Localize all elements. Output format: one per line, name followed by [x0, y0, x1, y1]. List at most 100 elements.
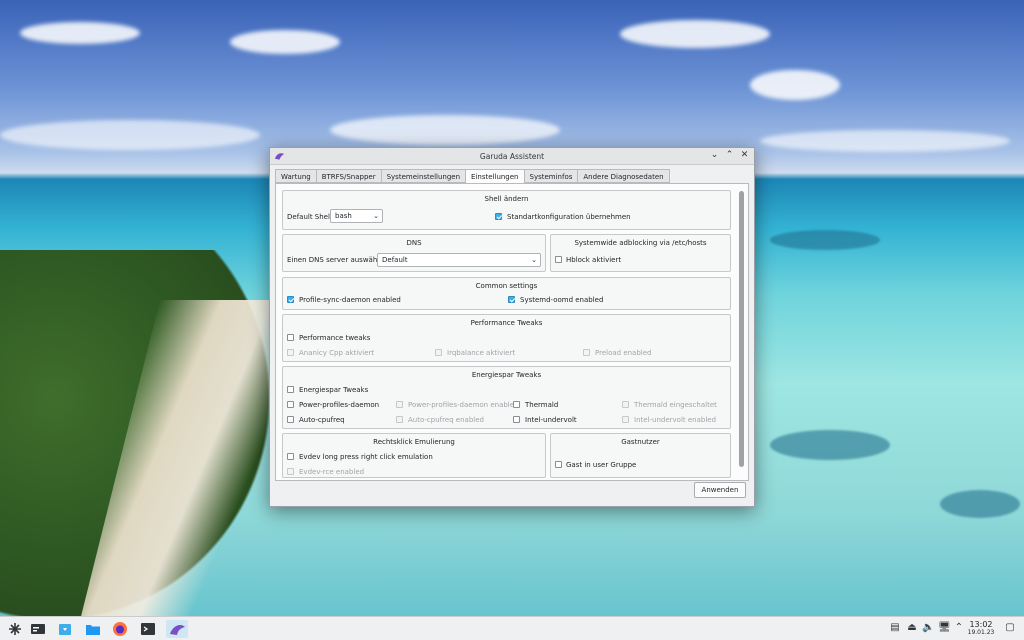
- default-shell-combo[interactable]: bash ⌄: [330, 209, 383, 223]
- reef: [770, 230, 880, 250]
- application-launcher[interactable]: [6, 620, 24, 638]
- evdev-label: Evdev long press right click emulation: [299, 453, 433, 461]
- guest-checkbox[interactable]: [555, 461, 562, 468]
- thermald-label: Thermald: [525, 401, 559, 409]
- clock-time: 13:02: [969, 620, 993, 629]
- ppd-label: Power-profiles-daemon: [299, 401, 380, 409]
- thermald-on-checkbox[interactable]: [622, 401, 629, 408]
- performance-tweaks-label: Performance tweaks: [299, 334, 371, 342]
- evdev-checkbox[interactable]: [287, 453, 294, 460]
- maximize-icon[interactable]: ⌃: [724, 150, 735, 161]
- terminal-icon: [141, 623, 155, 635]
- minimize-icon[interactable]: ⌄: [709, 150, 720, 161]
- thermald-on-label: Thermald eingeschaltet: [634, 401, 717, 409]
- group-title: Common settings: [475, 282, 538, 290]
- group-title: Energiespar Tweaks: [471, 371, 542, 379]
- taskbar: ▤ ⏏ 🔈 🖥 ⌃ 13:02 19.01.23 ▢: [0, 616, 1024, 640]
- irqbalance-checkbox[interactable]: [435, 349, 442, 356]
- vertical-scrollbar[interactable]: [739, 191, 744, 467]
- group-title: Rechtsklick Emulierung: [373, 438, 455, 446]
- preload-label: Preload enabled: [595, 349, 652, 357]
- clock-date: 19.01.23: [967, 629, 995, 636]
- tab-systemeinstellungen[interactable]: Systemeinstellungen: [380, 169, 466, 183]
- group-title: Shell ändern: [484, 195, 529, 203]
- default-shell-value: bash: [335, 212, 352, 220]
- reef: [770, 430, 890, 460]
- oomd-label: Systemd-oomd enabled: [520, 296, 604, 304]
- taskbar-item-firefox[interactable]: [111, 620, 129, 638]
- autocpu-label: Auto-cpufreq: [299, 416, 345, 424]
- tab-einstellungen[interactable]: Einstellungen: [465, 169, 524, 184]
- cloud: [230, 30, 340, 54]
- clipboard-icon[interactable]: ▤: [889, 622, 901, 634]
- taskbar-item-system-settings[interactable]: [29, 620, 47, 638]
- group-title: Systemwide adblocking via /etc/hosts: [574, 239, 707, 247]
- close-icon[interactable]: ✕: [739, 150, 750, 161]
- firefox-icon: [113, 622, 127, 636]
- volume-icon[interactable]: 🔈: [922, 622, 934, 634]
- group-title: Gastnutzer: [621, 438, 660, 446]
- default-shell-label: Default Shell:: [287, 213, 335, 221]
- garuda-app-icon: [274, 153, 285, 160]
- cloud: [750, 70, 840, 100]
- network-icon[interactable]: 🖥: [938, 622, 951, 634]
- autocpu-enabled-label: Auto-cpufreq enabled: [408, 416, 484, 424]
- tab-andere-diagnosedaten[interactable]: Andere Diagnosedaten: [577, 169, 670, 183]
- group-title: DNS: [406, 239, 422, 247]
- performance-tweaks-checkbox[interactable]: [287, 334, 294, 341]
- psd-checkbox[interactable]: [287, 296, 294, 303]
- taskbar-item-file-manager[interactable]: [84, 620, 102, 638]
- show-desktop-icon[interactable]: ▢: [1004, 622, 1016, 634]
- group-common-settings: Common settings: [282, 277, 731, 310]
- titlebar[interactable]: Garuda Assistent ⌄ ⌃ ✕: [270, 148, 754, 165]
- standard-config-label: Standartkonfiguration übernehmen: [507, 213, 631, 221]
- group-title: Performance Tweaks: [470, 319, 543, 327]
- taskbar-item-software[interactable]: [56, 620, 74, 638]
- ppd-checkbox[interactable]: [287, 401, 294, 408]
- standard-config-checkbox[interactable]: [495, 213, 502, 220]
- undervolt-enabled-checkbox[interactable]: [622, 416, 629, 423]
- tab-bar: Wartung BTRFS/Snapper Systemeinstellunge…: [275, 169, 670, 184]
- chevron-down-icon: ⌄: [373, 212, 379, 220]
- window-title: Garuda Assistent: [479, 151, 545, 161]
- chevron-down-icon: ⌄: [531, 256, 537, 264]
- tab-wartung[interactable]: Wartung: [275, 169, 316, 183]
- discover-icon: [59, 624, 71, 635]
- autocpu-checkbox[interactable]: [287, 416, 294, 423]
- group-guest: Gastnutzer: [550, 433, 731, 478]
- dns-server-combo[interactable]: Default ⌄: [377, 253, 541, 267]
- cloud: [0, 120, 260, 150]
- ananicy-checkbox[interactable]: [287, 349, 294, 356]
- ppd-enabled-checkbox[interactable]: [396, 401, 403, 408]
- undervolt-enabled-label: Intel-undervolt enabled: [634, 416, 717, 424]
- tab-systeminfos[interactable]: Systeminfos: [523, 169, 578, 183]
- garuda-icon: [170, 625, 185, 635]
- cloud: [620, 20, 770, 48]
- taskbar-item-terminal[interactable]: [139, 620, 157, 638]
- energy-tweaks-checkbox[interactable]: [287, 386, 294, 393]
- undervolt-checkbox[interactable]: [513, 416, 520, 423]
- reef: [940, 490, 1020, 518]
- cloud: [760, 130, 1010, 152]
- cloud: [20, 22, 140, 44]
- evdev-rce-checkbox[interactable]: [287, 468, 294, 475]
- apply-button[interactable]: Anwenden: [694, 482, 746, 498]
- guest-label: Gast in user Gruppe: [566, 461, 637, 469]
- taskbar-item-garuda-assistant[interactable]: [166, 620, 188, 638]
- ananicy-label: Ananicy Cpp aktiviert: [299, 349, 375, 357]
- usb-device-icon[interactable]: ⏏: [906, 622, 918, 634]
- dns-server-value: Default: [382, 256, 408, 264]
- thermald-checkbox[interactable]: [513, 401, 520, 408]
- tab-btrfs-snapper[interactable]: BTRFS/Snapper: [315, 169, 381, 183]
- preload-checkbox[interactable]: [583, 349, 590, 356]
- autocpu-enabled-checkbox[interactable]: [396, 416, 403, 423]
- group-adblock: Systemwide adblocking via /etc/hosts: [550, 234, 731, 272]
- cloud: [330, 115, 560, 145]
- settings-icon: [31, 624, 45, 634]
- clock[interactable]: 13:02 19.01.23: [962, 620, 1000, 637]
- oomd-checkbox[interactable]: [508, 296, 515, 303]
- hblock-checkbox[interactable]: [555, 256, 562, 263]
- hblock-label: Hblock aktiviert: [566, 256, 622, 264]
- dns-select-label: Einen DNS server auswählen: [287, 256, 388, 264]
- folder-icon: [86, 625, 100, 635]
